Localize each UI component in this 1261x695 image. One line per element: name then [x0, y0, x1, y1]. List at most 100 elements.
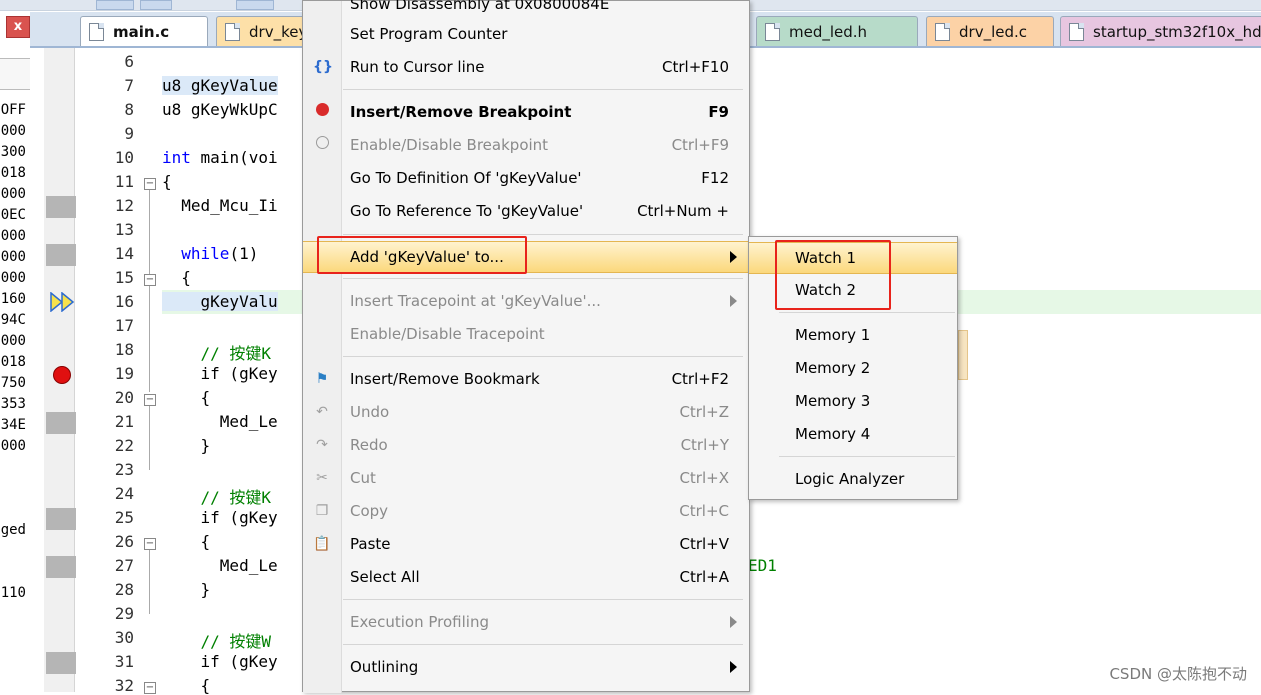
menu-item-insert-tracepoint[interactable]: Insert Tracepoint at 'gKeyValue'...	[303, 286, 749, 316]
file-icon	[765, 23, 780, 41]
menu-item-show-disassembly[interactable]: Show Disassembly at 0x0800084E	[303, 0, 749, 19]
menu-item-copy[interactable]: ❐ Copy Ctrl+C	[303, 496, 749, 526]
code-line: Med_Le	[162, 412, 278, 431]
code-line: int main(voi	[162, 148, 278, 167]
fold-toggle-icon[interactable]: −	[144, 394, 156, 406]
submenu-item-memory-3[interactable]: Memory 3	[749, 386, 957, 416]
menu-separator	[343, 644, 743, 645]
fold-toggle-icon[interactable]: −	[144, 538, 156, 550]
code-line: {	[162, 388, 211, 407]
submenu-arrow-icon	[730, 616, 737, 628]
menu-separator	[779, 312, 955, 313]
line-number: 24	[114, 484, 134, 503]
program-counter-arrow-icon	[50, 292, 75, 312]
menu-item-run-to-cursor[interactable]: {} Run to Cursor line Ctrl+F10	[303, 52, 749, 82]
toolbar-button[interactable]	[236, 0, 274, 10]
menu-item-redo[interactable]: ↷ Redo Ctrl+Y	[303, 430, 749, 460]
watermark: CSDN @太陈抱不动	[1109, 665, 1247, 683]
tab-med-led-h[interactable]: med_led.h	[756, 16, 918, 46]
line-number: 14	[114, 244, 134, 263]
submenu-arrow-icon	[730, 251, 737, 263]
code-line: {	[162, 268, 191, 287]
submenu-arrow-icon	[730, 295, 737, 307]
breakpoint-disabled-icon	[313, 136, 331, 154]
add-to-submenu: Watch 1 Watch 2 Memory 1 Memory 2 Memory…	[748, 236, 958, 500]
submenu-item-memory-4[interactable]: Memory 4	[749, 419, 957, 449]
line-number: 29	[114, 604, 134, 623]
register-value: 300	[0, 144, 26, 160]
run-to-cursor-icon: {}	[313, 59, 333, 75]
line-number: 12	[114, 196, 134, 215]
fold-line	[149, 406, 150, 470]
undo-icon: ↶	[316, 404, 328, 420]
code-line: Med_Le	[162, 556, 278, 575]
submenu-arrow-icon	[730, 661, 737, 673]
tab-startup-s[interactable]: startup_stm32f10x_hd.s	[1060, 16, 1261, 46]
close-icon[interactable]: x	[6, 16, 30, 38]
toolbar-button[interactable]	[96, 0, 134, 10]
menu-item-select-all[interactable]: Select All Ctrl+A	[303, 562, 749, 592]
menu-item-enable-disable-tracepoint[interactable]: Enable/Disable Tracepoint	[303, 319, 749, 349]
code-line: u8 gKeyWkUpC	[162, 100, 278, 119]
register-value: 353	[0, 396, 26, 412]
breakpoint-icon[interactable]	[53, 366, 71, 384]
register-value: 000	[0, 123, 26, 139]
line-number: 21	[114, 412, 134, 431]
fold-toggle-icon[interactable]: −	[144, 274, 156, 286]
line-number: 8	[124, 100, 134, 119]
menu-item-enable-disable-breakpoint[interactable]: Enable/Disable Breakpoint Ctrl+F9	[303, 130, 749, 160]
breakpoint-icon	[313, 103, 331, 121]
register-value: 018	[0, 165, 26, 181]
register-value: 0EC	[0, 207, 26, 223]
menu-separator	[343, 234, 743, 235]
register-value: ged	[0, 522, 26, 538]
code-line-tail: ED1	[748, 556, 777, 575]
fold-toggle-icon[interactable]: −	[144, 178, 156, 190]
menu-separator	[779, 456, 955, 457]
menu-item-outlining[interactable]: Outlining	[303, 652, 749, 682]
line-number: 7	[124, 76, 134, 95]
register-value: 000	[0, 228, 26, 244]
menu-separator	[343, 89, 743, 90]
line-number: 28	[114, 580, 134, 599]
redo-icon: ↷	[316, 437, 328, 453]
toolbar-button[interactable]	[140, 0, 172, 10]
register-value: 000	[0, 438, 26, 454]
menu-item-go-to-definition[interactable]: Go To Definition Of 'gKeyValue' F12	[303, 163, 749, 193]
code-line: Med_Mcu_Ii	[162, 196, 278, 215]
line-number: 27	[114, 556, 134, 575]
tab-drv-led-c[interactable]: drv_led.c	[926, 16, 1054, 46]
file-icon	[225, 23, 240, 41]
fold-line	[149, 550, 150, 614]
submenu-item-memory-1[interactable]: Memory 1	[749, 320, 957, 350]
tab-main-c[interactable]: main.c	[80, 16, 208, 46]
menu-item-undo[interactable]: ↶ Undo Ctrl+Z	[303, 397, 749, 427]
code-line: }	[162, 580, 211, 599]
registers-panel: x OFF 000 300 018 000 0EC 000 000 000 160 94C 000 01…	[0, 12, 31, 692]
menu-item-execution-profiling[interactable]: Execution Profiling	[303, 607, 749, 637]
line-number: 23	[114, 460, 134, 479]
code-line: }	[162, 436, 211, 455]
register-value: 94C	[0, 312, 26, 328]
code-line-comment: // 按键K	[162, 344, 272, 363]
submenu-item-logic-analyzer[interactable]: Logic Analyzer	[749, 464, 957, 494]
menu-item-set-program-counter[interactable]: Set Program Counter	[303, 19, 749, 49]
menu-item-paste[interactable]: 📋 Paste Ctrl+V	[303, 529, 749, 559]
context-menu: Show Disassembly at 0x0800084E Set Progr…	[302, 0, 750, 693]
line-number: 16	[114, 292, 134, 311]
file-icon	[1069, 23, 1084, 41]
menu-item-go-to-reference[interactable]: Go To Reference To 'gKeyValue' Ctrl+Num +	[303, 196, 749, 226]
line-number: 25	[114, 508, 134, 527]
submenu-item-memory-2[interactable]: Memory 2	[749, 353, 957, 383]
menu-item-insert-remove-bookmark[interactable]: ⚑ Insert/Remove Bookmark Ctrl+F2	[303, 364, 749, 394]
code-line: {	[162, 532, 211, 551]
fold-toggle-icon[interactable]: −	[144, 682, 156, 694]
code-line: if (gKey	[162, 364, 278, 383]
code-line: {	[162, 676, 211, 695]
menu-item-cut[interactable]: ✂ Cut Ctrl+X	[303, 463, 749, 493]
register-value: 110	[0, 585, 26, 601]
code-line-comment: // 按键K	[162, 488, 272, 507]
line-number: 17	[114, 316, 134, 335]
menu-item-insert-remove-breakpoint[interactable]: Insert/Remove Breakpoint F9	[303, 97, 749, 127]
register-value: 018	[0, 354, 26, 370]
